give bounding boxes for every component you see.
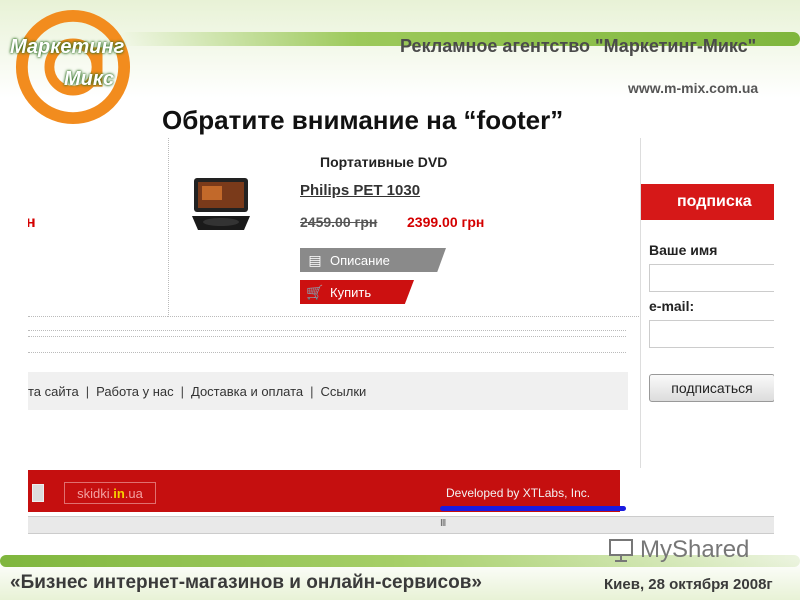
subscribe-header: подписка (641, 184, 774, 220)
main-content: н Портативные DVD Philips PET 1030 2459.… (28, 138, 641, 468)
logo-text-line1: Маркетинг (10, 36, 125, 58)
divider (28, 352, 626, 357)
footer-link-links[interactable]: Ссылки (321, 384, 367, 399)
new-price: 2399.00 грн (407, 214, 485, 230)
site-url: www.m-mix.com.ua (628, 80, 759, 96)
footer-link-delivery[interactable]: Доставка и оплата (191, 384, 303, 399)
cart-icon: 🛒 (306, 283, 324, 300)
description-button[interactable]: ▤ Описание (300, 248, 446, 272)
highlight-underline (440, 506, 626, 511)
footer-link-jobs[interactable]: Работа у нас (96, 384, 174, 399)
product-name-link[interactable]: Philips PET 1030 (300, 182, 420, 199)
footer-tab (32, 484, 44, 502)
buy-button-label: Купить (330, 284, 372, 300)
divider (28, 330, 626, 337)
subscribe-button[interactable]: подписаться (649, 374, 774, 402)
agency-name: Рекламное агентство "Маркетинг-Микс" (400, 36, 757, 56)
partner-logo-pre: skidki. (77, 485, 114, 501)
scroll-grip-icon[interactable]: III (440, 518, 446, 529)
category-title: Портативные DVD (320, 154, 448, 170)
watermark: MyShared (608, 536, 749, 564)
dvd-player-image (192, 178, 250, 230)
left-product-cell: н (28, 138, 168, 317)
footer-nav: та сайта | Работа у нас | Доставка и опл… (28, 372, 628, 410)
document-icon: ▤ (308, 251, 322, 268)
developer-credit[interactable]: Developed by XTLabs, Inc. (446, 486, 590, 500)
presentation-icon (609, 539, 633, 562)
separator: | (180, 383, 184, 399)
footer-link-sitemap[interactable]: та сайта (28, 384, 79, 399)
watermark-text: MyShared (640, 536, 750, 563)
footer-partner-logo[interactable]: skidki. in .ua (64, 482, 156, 504)
slide-title: Обратите внимание на “footer” (162, 105, 564, 135)
name-input[interactable] (649, 264, 774, 292)
description-button-label: Описание (330, 252, 390, 268)
buy-button[interactable]: 🛒 Купить (300, 280, 414, 304)
name-label: Ваше имя (649, 242, 718, 258)
subscribe-sidebar: подписка Ваше имя e-mail: подписаться (640, 138, 774, 468)
logo-text-line2: Микс (64, 68, 115, 90)
old-price: 2459.00 грн (300, 214, 378, 230)
partner-logo-mid: in (113, 485, 125, 501)
price-fragment: н (28, 214, 36, 231)
partner-logo-post: .ua (124, 485, 143, 501)
email-label: e-mail: (649, 298, 695, 314)
horizontal-scrollbar[interactable] (28, 516, 774, 534)
separator: | (85, 383, 90, 399)
email-input[interactable] (649, 320, 774, 348)
agency-logo (15, 9, 131, 125)
event-date: Киев, 28 октября 2008г (604, 576, 773, 593)
shop-screenshot: н Портативные DVD Philips PET 1030 2459.… (28, 138, 774, 548)
separator: | (310, 383, 314, 399)
slogan: «Бизнес интернет-магазинов и онлайн-серв… (10, 572, 482, 593)
